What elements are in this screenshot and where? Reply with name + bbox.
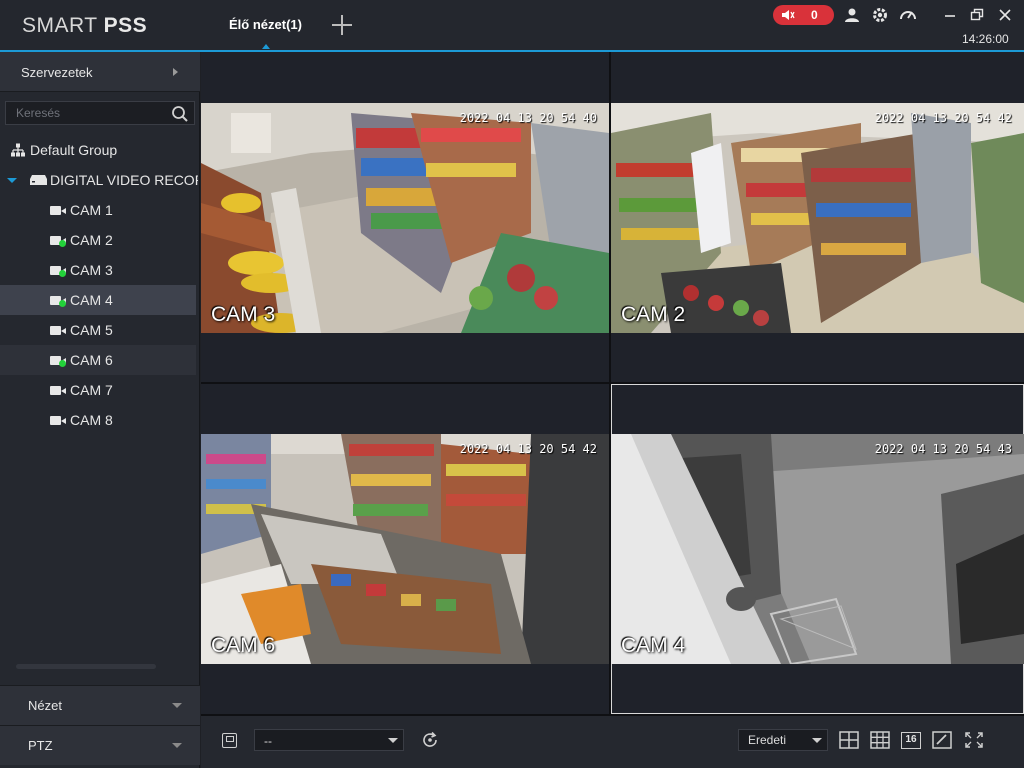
tree-camera-label: CAM 1 [70,202,113,218]
video-cell-3[interactable]: 2022 04 13 20 54 42 CAM 6 [201,384,609,714]
tree-camera-label: CAM 8 [70,412,113,428]
layout-4-split-icon[interactable] [839,731,859,749]
speaker-muted-icon [782,10,795,20]
tree-camera-item[interactable]: CAM 7 [0,375,196,405]
expand-arrow-icon[interactable] [7,178,17,183]
organizations-header[interactable]: Szervezetek [0,52,200,92]
alarm-badge[interactable]: 0 [773,5,834,25]
tree-camera-item[interactable]: CAM 2 [0,225,196,255]
camera-frame-image [611,434,1024,664]
video-cam-label: CAM 3 [211,303,276,326]
tree-group-label: Default Group [30,142,118,158]
video-feed: 2022 04 13 20 54 43 CAM 4 [611,434,1024,664]
camera-icon [50,386,66,396]
tree-camera-item[interactable]: CAM 8 [0,405,196,435]
sidebar: Szervezetek Default Group DIGITAL VIDEO … [0,52,200,768]
app-logo: SMART PSS [22,14,148,37]
video-cam-label: CAM 6 [211,634,276,657]
camera-frame-image [201,103,609,333]
tab-live-view[interactable]: Élő nézet(1) [229,17,302,32]
gear-icon[interactable] [871,6,889,24]
video-cell-4[interactable]: 2022 04 13 20 54 43 CAM 4 [611,384,1024,714]
aspect-ratio-select[interactable]: Eredeti [738,729,828,751]
video-timestamp: 2022 04 13 20 54 42 [459,442,597,456]
org-tree-icon [11,143,25,157]
clock: 14:26:00 [962,32,1009,46]
tree-camera-label: CAM 7 [70,382,113,398]
minimize-icon[interactable] [941,6,959,24]
camera-online-icon [50,356,66,367]
gauge-icon[interactable] [899,6,917,24]
tree-camera-label: CAM 3 [70,262,113,278]
user-icon[interactable] [843,6,861,24]
bottom-toolbar: -- Eredeti 16 [201,716,1024,768]
video-cell-1[interactable]: 2022 04 13 20 54 40 CAM 3 [201,52,609,382]
tree-camera-label: CAM 5 [70,322,113,338]
tree-group-default[interactable]: Default Group [0,135,196,165]
tree-camera-item[interactable]: CAM 5 [0,315,196,345]
tree-camera-item[interactable]: CAM 4 [0,285,196,315]
tree-device-label: DIGITAL VIDEO RECOR [50,172,198,188]
camera-online-icon [50,296,66,307]
chevron-right-icon [173,68,178,76]
section-ptz[interactable]: PTZ [0,725,200,765]
camera-frame-image [611,103,1024,333]
camera-icon [50,206,66,216]
tree-device-dvr[interactable]: DIGITAL VIDEO RECOR [0,165,198,195]
dvr-device-icon [30,175,47,185]
chevron-down-icon [172,703,182,708]
view-select[interactable]: -- [254,729,404,751]
refresh-icon[interactable] [421,731,439,749]
tree-camera-label: CAM 6 [70,352,113,368]
camera-frame-image [201,434,609,664]
tree-camera-label: CAM 4 [70,292,113,308]
close-icon[interactable] [996,6,1014,24]
camera-online-icon [50,236,66,247]
alarm-count: 0 [811,8,818,22]
video-feed: 2022 04 13 20 54 42 CAM 2 [611,103,1024,333]
video-timestamp: 2022 04 13 20 54 43 [874,442,1012,456]
chevron-down-icon [812,738,822,743]
section-view[interactable]: Nézet [0,685,200,725]
title-bar: SMART PSS Élő nézet(1) 0 14:26:00 [0,0,1024,52]
fullscreen-icon[interactable] [964,731,984,749]
chevron-down-icon [172,743,182,748]
layout-16-split-icon[interactable]: 16 [901,732,921,749]
video-cam-label: CAM 2 [621,303,686,326]
tree-camera-item[interactable]: CAM 1 [0,195,196,225]
video-timestamp: 2022 04 13 20 54 40 [459,111,597,125]
tree-camera-item[interactable]: CAM 3 [0,255,196,285]
add-tab-icon[interactable] [330,13,354,37]
camera-icon [50,326,66,336]
video-timestamp: 2022 04 13 20 54 42 [874,111,1012,125]
search-icon[interactable] [171,105,189,123]
search-box [5,101,195,125]
save-view-icon[interactable] [222,733,237,748]
tree-camera-item[interactable]: CAM 6 [0,345,196,375]
camera-icon [50,416,66,426]
active-tab-indicator [262,44,270,49]
video-grid: 2022 04 13 20 54 40 CAM 3 2022 04 13 20 … [201,52,1024,716]
video-feed: 2022 04 13 20 54 40 CAM 3 [201,103,609,333]
restore-icon[interactable] [968,6,986,24]
video-cam-label: CAM 4 [621,634,686,657]
camera-online-icon [50,266,66,277]
edit-icon[interactable] [932,731,952,749]
video-cell-2[interactable]: 2022 04 13 20 54 42 CAM 2 [611,52,1024,382]
sidebar-scrollbar[interactable] [16,664,156,669]
chevron-down-icon [388,738,398,743]
video-feed: 2022 04 13 20 54 42 CAM 6 [201,434,609,664]
layout-9-split-icon[interactable] [870,731,890,749]
search-input[interactable] [16,105,166,121]
tree-camera-label: CAM 2 [70,232,113,248]
